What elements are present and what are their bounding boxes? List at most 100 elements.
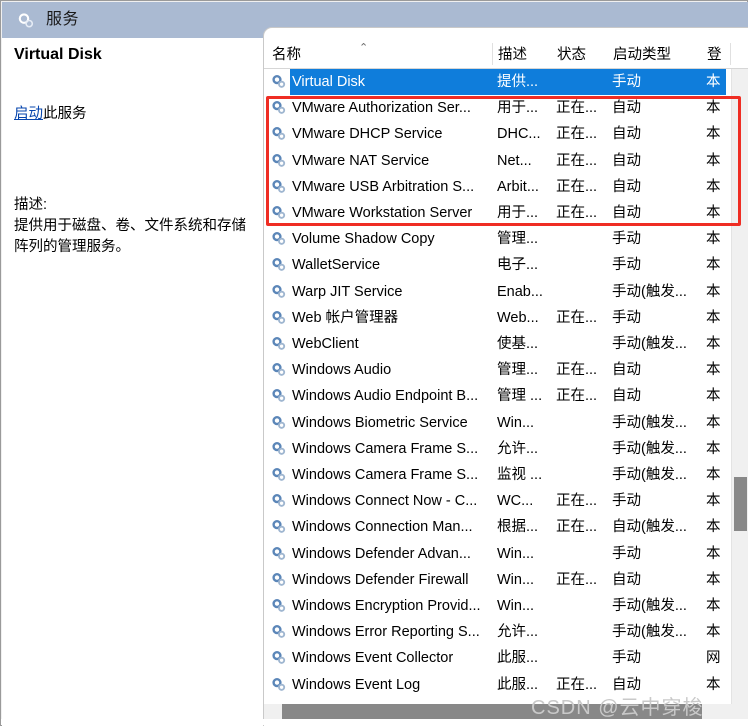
horizontal-scrollbar-thumb[interactable] (282, 704, 702, 720)
cell-startup-type: 自动 (612, 152, 641, 169)
table-row[interactable]: WebClient 使基... 手动(触发... 本 (264, 331, 748, 357)
service-gear-icon (270, 649, 288, 667)
service-gear-icon (270, 152, 288, 170)
cell-service-name: VMware DHCP Service (292, 126, 443, 143)
cell-description: 管理... (497, 231, 539, 248)
start-service-link[interactable]: 启动 (14, 106, 43, 122)
service-gear-icon (270, 230, 288, 248)
table-row[interactable]: Windows Audio Endpoint B... 管理 ... 正在... 自动… (264, 383, 748, 409)
cell-service-name: Windows Defender Firewall (292, 571, 469, 588)
cell-description: Web... (497, 309, 539, 326)
table-row[interactable]: Windows Event Collector 此服... 手动网 (264, 645, 748, 671)
service-gear-icon (270, 125, 288, 143)
cell-startup-type: 自动(触发... (612, 519, 687, 536)
table-row[interactable]: Windows Event Log 此服... 正在... 自动本 (264, 672, 748, 698)
table-row[interactable]: VMware DHCP Service DHC... 正在... 自动本 (264, 121, 748, 147)
cell-description: 提供... (497, 74, 539, 90)
service-gear-icon (270, 466, 288, 484)
cell-service-name: Windows Defender Advan... (292, 545, 471, 562)
cell-status: 正在... (556, 519, 598, 536)
table-row[interactable]: VMware Authorization Ser... 用于... 正在... 自动本 (264, 95, 748, 121)
cell-service-name: Windows Connection Man... (292, 519, 473, 536)
service-gear-icon (270, 361, 288, 379)
column-header-description[interactable]: 描述 (498, 43, 527, 64)
cell-service-name: Windows Encryption Provid... (292, 598, 481, 614)
cell-status: 正在... (556, 676, 598, 693)
list-column-headers: 名称 ⌃ 描述 状态 启动类型 登 (264, 39, 748, 69)
horizontal-scrollbar[interactable] (264, 704, 748, 720)
cell-startup-type: 自动 (612, 388, 641, 405)
cell-description: 用于... (497, 100, 539, 117)
cell-description: Win... (497, 571, 535, 588)
cell-description: 使基... (497, 336, 539, 352)
services-list-body[interactable]: Virtual Disk 提供... 手动本 VMware Authorization… (264, 69, 748, 715)
cell-startup-type: 手动(触发... (612, 440, 687, 457)
table-row[interactable]: Windows Defender Advan... Win... 手动本 (264, 541, 748, 567)
cell-startup-type: 自动 (612, 676, 641, 693)
cell-service-name: Web 帐户管理器 (292, 309, 399, 326)
table-row[interactable]: Windows Error Reporting S... 允许... 手动(触发..… (264, 619, 748, 645)
service-gear-icon (270, 571, 288, 589)
cell-startup-type: 手动(触发... (612, 283, 687, 300)
cell-description: 允许... (497, 440, 539, 457)
column-divider[interactable] (730, 43, 731, 65)
cell-startup-type: 手动 (612, 74, 641, 90)
service-gear-icon (270, 545, 288, 563)
service-gear-icon (270, 73, 288, 91)
table-row[interactable]: Windows Connect Now - C... WC... 正在... 手动本 (264, 488, 748, 514)
description-label: 描述: (14, 197, 48, 213)
service-detail-pane: Virtual Disk 启动此服务 描述: 提供用于磁盘、卷、文件系统和存储阵… (2, 38, 263, 726)
vertical-scrollbar[interactable] (731, 69, 748, 715)
cell-service-name: Windows Camera Frame S... (292, 440, 479, 457)
table-row[interactable]: Volume Shadow Copy 管理... 手动本 (264, 226, 748, 252)
services-gear-icon (16, 11, 36, 31)
table-row[interactable]: Windows Connection Man... 根据... 正在... 自动(触发… (264, 514, 748, 540)
service-action-line: 启动此服务 (14, 105, 87, 123)
column-divider[interactable] (492, 43, 493, 65)
table-row[interactable]: Windows Camera Frame S... 监视 ... 手动(触发... 本 (264, 462, 748, 488)
service-gear-icon (270, 256, 288, 274)
cell-description: 管理 ... (497, 388, 543, 405)
table-row[interactable]: Windows Audio 管理... 正在... 自动本 (264, 357, 748, 383)
cell-description: 此服... (497, 676, 539, 693)
cell-service-name: Virtual Disk (292, 74, 366, 90)
column-header-status[interactable]: 状态 (557, 43, 586, 64)
cell-status: 正在... (556, 388, 598, 405)
cell-description: 电子... (497, 257, 539, 274)
table-row[interactable]: WalletService 电子... 手动本 (264, 252, 748, 278)
table-row[interactable]: Windows Defender Firewall Win... 正在... 自动本 (264, 567, 748, 593)
table-row[interactable]: Windows Encryption Provid... Win... 手动(触发.… (264, 593, 748, 619)
column-header-logon-as[interactable]: 登 (707, 43, 722, 64)
table-row[interactable]: Virtual Disk 提供... 手动本 (264, 69, 748, 96)
cell-description: 允许... (497, 624, 539, 641)
start-service-suffix: 此服务 (43, 106, 87, 122)
table-row[interactable]: Web 帐户管理器 Web... 正在... 手动本 (264, 305, 748, 331)
table-row[interactable]: VMware USB Arbitration S... Arbit... 正在...… (264, 174, 748, 200)
table-row[interactable]: Windows Camera Frame S... 允许... 手动(触发... 本 (264, 436, 748, 462)
service-gear-icon (270, 440, 288, 458)
column-header-name[interactable]: 名称 (272, 43, 301, 64)
cell-description: Arbit... (497, 178, 539, 195)
cell-description: 管理... (497, 362, 539, 379)
cell-status: 正在... (556, 100, 598, 117)
table-row[interactable]: VMware NAT Service Net... 正在... 自动本 (264, 148, 748, 174)
table-row[interactable]: Windows Biometric Service Win... 手动(触发... 本 (264, 410, 748, 436)
cell-startup-type: 自动 (612, 362, 641, 379)
cell-startup-type: 自动 (612, 126, 641, 143)
vertical-scrollbar-thumb[interactable] (734, 477, 747, 531)
screenshot-root: 服务 Virtual Disk 启动此服务 描述: 提供用于磁盘、卷、文件系统和… (0, 0, 748, 726)
service-gear-icon (270, 335, 288, 353)
cell-startup-type: 手动(触发... (612, 414, 687, 431)
table-row[interactable]: Warp JIT Service Enab... 手动(触发... 本 (264, 279, 748, 305)
cell-service-name: Windows Connect Now - C... (292, 493, 478, 510)
sort-ascending-icon: ⌃ (359, 42, 369, 54)
cell-description: DHC... (497, 126, 541, 143)
cell-description: Win... (497, 545, 535, 562)
cell-status: 正在... (556, 571, 598, 588)
cell-description: 用于... (497, 205, 539, 221)
table-row[interactable]: VMware Workstation Server 用于... 正在... 自动本 (264, 200, 748, 226)
cell-service-name: WalletService (292, 257, 381, 274)
cell-startup-type: 手动(触发... (612, 336, 687, 352)
column-header-startup-type[interactable]: 启动类型 (613, 43, 671, 64)
description-text: 提供用于磁盘、卷、文件系统和存储阵列的管理服务。 (14, 218, 246, 255)
